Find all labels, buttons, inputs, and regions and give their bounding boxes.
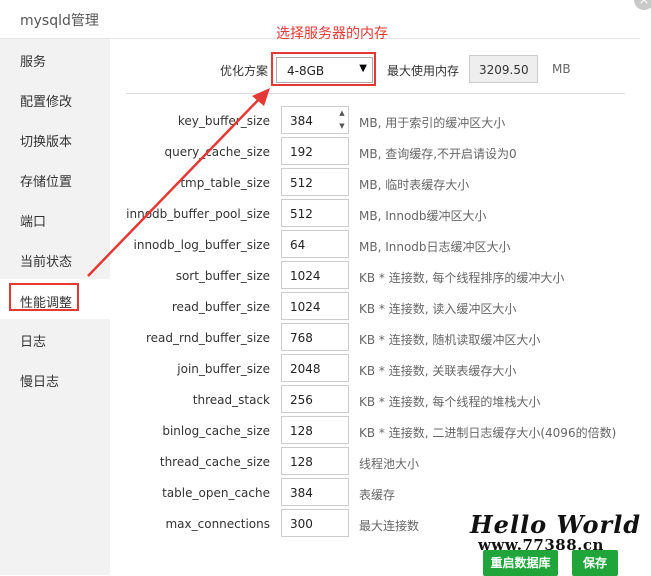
param-row-key-buffer-size: key_buffer_size 384 ▲ ▼ MB, 用于索引的缓冲区大小 (0, 106, 651, 136)
param-input[interactable]: 128 (281, 416, 349, 444)
param-row-table-open-cache: table_open_cache 384 表缓存 (0, 478, 651, 508)
chevron-down-icon: ▼ (359, 63, 367, 74)
dialog-title: mysqld管理 (20, 13, 99, 29)
max-memory-value: 3209.50 (479, 63, 529, 77)
param-input[interactable]: 256 (281, 385, 349, 413)
param-input[interactable]: 384 (281, 478, 349, 506)
param-input[interactable]: 1024 (281, 292, 349, 320)
param-value: 384 (290, 486, 313, 500)
param-value: 256 (290, 393, 313, 407)
param-row-thread-stack: thread_stack 256 KB * 连接数, 每个线程的堆栈大小 (0, 385, 651, 415)
param-label: innodb_buffer_pool_size (126, 207, 270, 221)
param-label: sort_buffer_size (175, 269, 270, 283)
param-description: MB, 临时表缓存大小 (359, 178, 470, 192)
param-row-binlog-cache-size: binlog_cache_size 128 KB * 连接数, 二进制日志缓存大… (0, 416, 651, 446)
restart-database-button[interactable]: 重启数据库 (483, 550, 558, 576)
param-value: 768 (290, 331, 313, 345)
param-label: read_buffer_size (171, 300, 270, 314)
param-label: max_connections (165, 517, 270, 531)
max-memory-unit: MB (552, 62, 571, 76)
max-memory-label: 最大使用内存 (387, 64, 460, 78)
param-value: 1024 (290, 269, 321, 283)
param-input[interactable]: 512 (281, 199, 349, 227)
param-row-innodb-buffer-pool-size: innodb_buffer_pool_size 512 MB, Innodb缓冲… (0, 199, 651, 229)
param-value: 2048 (290, 362, 321, 376)
param-input[interactable]: 300 (281, 509, 349, 537)
max-memory-field: 3209.50 (469, 55, 538, 83)
param-input[interactable]: 2048 (281, 354, 349, 382)
param-input[interactable]: 192 (281, 137, 349, 165)
spinner-up-icon[interactable]: ▲ (336, 107, 348, 120)
param-input[interactable]: 768 (281, 323, 349, 351)
param-description: 表缓存 (359, 488, 396, 502)
param-row-thread-cache-size: thread_cache_size 128 线程池大小 (0, 447, 651, 477)
sidebar-item-service[interactable]: 服务 (0, 39, 110, 79)
param-row-sort-buffer-size: sort_buffer_size 1024 KB * 连接数, 每个线程排序的缓… (0, 261, 651, 291)
param-row-read-rnd-buffer-size: read_rnd_buffer_size 768 KB * 连接数, 随机读取缓… (0, 323, 651, 353)
param-description: MB, 查询缓存,不开启请设为0 (359, 147, 517, 161)
param-value: 300 (290, 517, 313, 531)
sidebar-item-label: 服务 (20, 55, 47, 70)
param-value: 1024 (290, 300, 321, 314)
save-button[interactable]: 保存 (572, 550, 618, 576)
param-row-read-buffer-size: read_buffer_size 1024 KB * 连接数, 读入缓冲区大小 (0, 292, 651, 322)
param-label: binlog_cache_size (162, 424, 270, 438)
optimize-select[interactable]: 4-8GB ▼ (276, 57, 373, 83)
param-label: table_open_cache (162, 486, 270, 500)
param-row-query-cache-size: query_cache_size 192 MB, 查询缓存,不开启请设为0 (0, 137, 651, 167)
param-description: KB * 连接数, 读入缓冲区大小 (359, 302, 517, 316)
param-description: KB * 连接数, 每个线程排序的缓冲大小 (359, 271, 565, 285)
param-value: 128 (290, 455, 313, 469)
mysqld-manager-dialog: mysqld管理 × 服务 配置修改 切换版本 存储位置 端口 当前状态 性能调… (0, 0, 651, 576)
param-input[interactable]: 128 (281, 447, 349, 475)
number-spinner[interactable]: ▲ ▼ (336, 107, 348, 133)
param-label: innodb_log_buffer_size (133, 238, 271, 252)
param-description: MB, Innodb缓冲区大小 (359, 209, 487, 223)
param-label: query_cache_size (164, 145, 270, 159)
optimize-label: 优化方案 (219, 64, 268, 78)
param-label: key_buffer_size (177, 114, 270, 128)
param-value: 128 (290, 424, 313, 438)
param-description: MB, Innodb日志缓冲区大小 (359, 240, 511, 254)
param-label: join_buffer_size (177, 362, 270, 376)
param-label: read_rnd_buffer_size (145, 331, 270, 345)
param-label: tmp_table_size (180, 176, 270, 190)
annotation-text: 选择服务器的内存 (276, 26, 388, 42)
param-value: 512 (290, 207, 313, 221)
param-value: 192 (290, 145, 313, 159)
param-description: 最大连接数 (359, 519, 420, 533)
param-value: 512 (290, 176, 313, 190)
param-description: KB * 连接数, 二进制日志缓存大小(4096的倍数) (359, 426, 617, 440)
param-input[interactable]: 384 ▲ ▼ (281, 106, 349, 134)
param-label: thread_cache_size (159, 455, 270, 469)
param-row-join-buffer-size: join_buffer_size 2048 KB * 连接数, 关联表缓存大小 (0, 354, 651, 384)
divider (126, 93, 625, 94)
param-value: 384 (290, 114, 313, 128)
param-input[interactable]: 64 (281, 230, 349, 258)
param-label: thread_stack (192, 393, 270, 407)
param-description: KB * 连接数, 每个线程的堆栈大小 (359, 395, 541, 409)
param-row-innodb-log-buffer-size: innodb_log_buffer_size 64 MB, Innodb日志缓冲… (0, 230, 651, 260)
param-description: KB * 连接数, 关联表缓存大小 (359, 364, 517, 378)
param-description: MB, 用于索引的缓冲区大小 (359, 116, 506, 130)
param-description: KB * 连接数, 随机读取缓冲区大小 (359, 333, 541, 347)
spinner-down-icon[interactable]: ▼ (336, 120, 348, 133)
param-description: 线程池大小 (359, 457, 420, 471)
param-value: 64 (290, 238, 306, 252)
param-row-tmp-table-size: tmp_table_size 512 MB, 临时表缓存大小 (0, 168, 651, 198)
optimize-select-value: 4-8GB (287, 64, 325, 78)
param-input[interactable]: 512 (281, 168, 349, 196)
watermark-title: Hello World (470, 510, 642, 539)
param-input[interactable]: 1024 (281, 261, 349, 289)
